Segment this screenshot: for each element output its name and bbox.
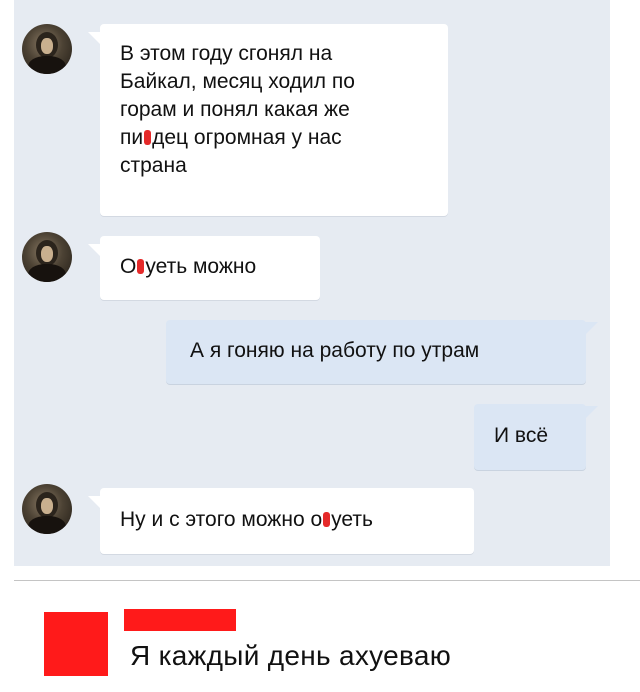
message-text: И всё	[494, 424, 549, 447]
avatar[interactable]	[22, 232, 72, 282]
message-text-line: страна	[120, 154, 187, 177]
message-text: Ну и с этого можно о уеть	[120, 508, 373, 531]
message-text-line: пи дец огромная у нас	[120, 126, 342, 149]
divider	[14, 580, 640, 581]
message-text: Оуеть можно	[120, 255, 257, 278]
avatar[interactable]	[22, 484, 72, 534]
message-text: А я гоняю на работу по утрам	[190, 339, 480, 362]
avatar[interactable]	[22, 24, 72, 74]
censor-mark	[323, 512, 331, 527]
message-bubble[interactable]: Ну и с этого можно о уеть	[88, 488, 474, 554]
message-bubble[interactable]: В этом году сгонял на Байкал, месяц ходи…	[88, 24, 448, 216]
red-square	[44, 612, 108, 676]
censor-mark	[137, 259, 145, 274]
message-bubble[interactable]: А я гоняю на работу по утрам	[166, 320, 598, 384]
message-bubble[interactable]: Оуеть можно	[88, 236, 320, 300]
message-text: В этом году сгонял на Байкал, месяц ходи…	[120, 42, 355, 121]
message-bubble[interactable]: И всё	[474, 404, 598, 470]
red-bar	[124, 609, 236, 631]
censor-mark	[144, 130, 152, 145]
meme-caption: Я каждый день ахуеваю	[130, 640, 452, 671]
